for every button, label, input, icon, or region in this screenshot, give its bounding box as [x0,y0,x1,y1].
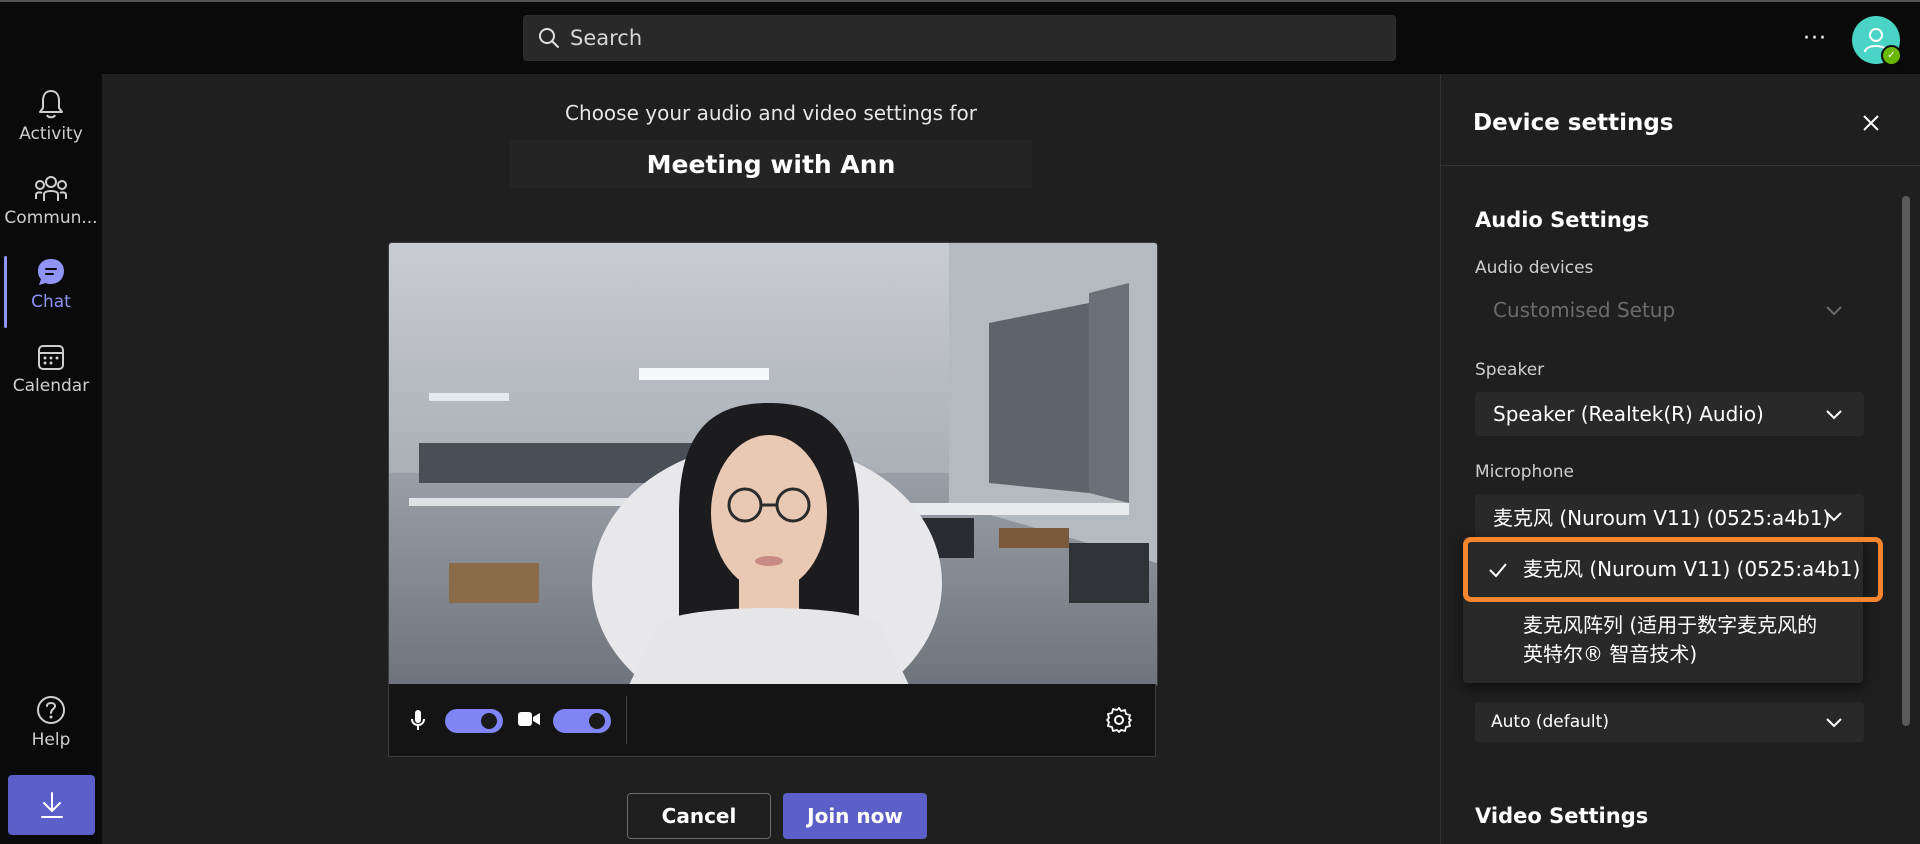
rail-label-help: Help [31,730,71,750]
rail-item-calendar[interactable]: Calendar [0,336,102,416]
toggle-knob [481,713,497,729]
option-label-line2: 英特尔® 智音技术) [1523,642,1698,666]
microphone-value: 麦克风 (Nuroum V11) (0525:a4b1) [1493,505,1831,530]
microphone-icon [411,708,425,736]
camera-preview [388,242,1158,686]
toggle-knob [589,713,605,729]
device-settings-panel: Device settings Audio Settings Audio dev… [1440,74,1920,844]
communities-icon [34,168,68,204]
prejoin-subtitle: Choose your audio and video settings for [565,101,977,125]
video-settings-heading: Video Settings [1475,804,1649,828]
join-now-button[interactable]: Join now [783,793,927,839]
panel-title: Device settings [1473,110,1674,136]
app-rail: Activity Commun... Chat Calendar Help [0,74,102,844]
microphone-label: Microphone [1475,462,1574,482]
search-icon [536,25,562,51]
noise-suppression-value: Auto (default) [1491,712,1609,732]
help-icon [35,690,67,726]
panel-divider [1441,165,1920,166]
option-label-line1: 麦克风阵列 (适用于数字麦克风的 [1523,613,1818,637]
device-settings-gear-icon[interactable] [1105,706,1133,738]
microphone-dropdown[interactable]: 麦克风 (Nuroum V11) (0525:a4b1) [1475,494,1864,538]
microphone-toggle[interactable] [445,709,503,733]
speaker-label: Speaker [1475,360,1545,380]
cancel-button[interactable]: Cancel [627,793,771,839]
chevron-down-icon [1824,300,1844,325]
profile-avatar[interactable]: ✓ [1852,16,1902,66]
camera-toggle[interactable] [553,709,611,733]
av-controls [388,684,1156,757]
close-icon[interactable] [1856,108,1886,138]
control-divider [626,696,627,744]
audio-settings-heading: Audio Settings [1475,208,1650,232]
more-options-button[interactable]: ··· [1800,20,1830,56]
rail-label-calendar: Calendar [12,376,90,396]
microphone-option-array[interactable]: 麦克风阵列 (适用于数字麦克风的 英特尔® 智音技术) [1463,611,1863,669]
download-button[interactable] [8,775,95,835]
rail-item-chat[interactable]: Chat [0,252,102,332]
search-placeholder: Search [570,26,643,50]
speaker-dropdown[interactable]: Speaker (Realtek(R) Audio) [1475,392,1864,436]
camera-icon [517,710,541,732]
calendar-icon [36,336,66,372]
prejoin-area: Choose your audio and video settings for… [102,74,1440,844]
rail-label-chat: Chat [31,292,71,312]
chat-icon [35,252,67,288]
rail-label-communities: Commun... [4,208,98,228]
meeting-title: Meeting with Ann [510,140,1032,188]
rail-item-communities[interactable]: Commun... [0,168,102,248]
noise-suppression-dropdown[interactable]: Auto (default) [1475,702,1864,742]
search-box[interactable]: Search [523,15,1396,61]
download-icon [40,792,63,818]
audio-devices-value: Customised Setup [1493,298,1676,322]
rail-item-help[interactable]: Help [0,690,102,770]
chevron-down-icon [1824,712,1844,737]
chevron-down-icon [1824,404,1844,429]
rail-label-activity: Activity [19,124,83,144]
camera-preview-image [389,243,1157,685]
audio-devices-label: Audio devices [1475,258,1594,278]
audio-devices-dropdown: Customised Setup [1475,288,1864,332]
chevron-up-icon [1824,506,1844,531]
status-available-icon: ✓ [1881,45,1902,66]
panel-scrollbar[interactable] [1902,196,1910,726]
top-bar: Search ··· ✓ [0,0,1920,74]
selection-highlight [1463,537,1883,602]
speaker-value: Speaker (Realtek(R) Audio) [1493,402,1764,426]
